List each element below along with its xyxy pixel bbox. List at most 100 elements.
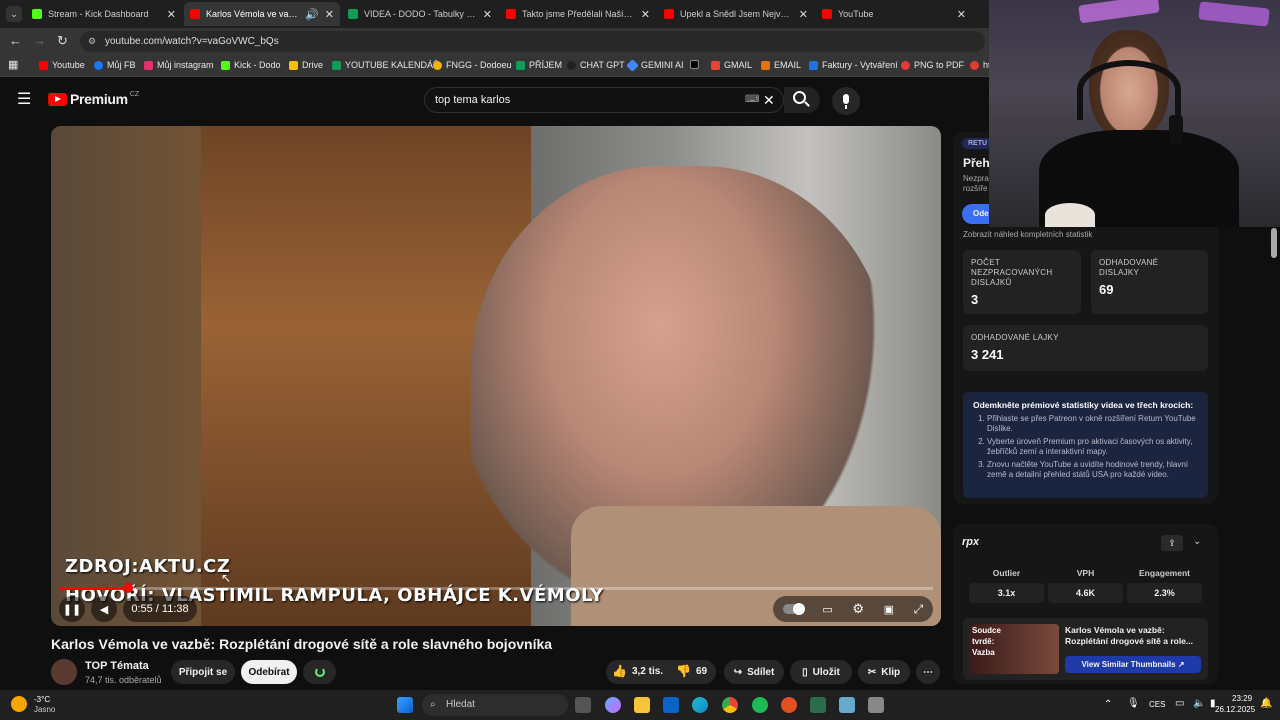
bookmark-kick-dodo[interactable]: Kick - Dodo [221, 60, 281, 70]
subscribe-button[interactable]: Odebírat [241, 660, 297, 684]
bookmark-faktury[interactable]: Faktury - Vytváření [809, 60, 898, 70]
bookmark-icon: ▯ [802, 666, 808, 678]
edge-icon[interactable] [692, 697, 708, 713]
bookmark-prijem[interactable]: PŘÍJEM [516, 60, 562, 70]
reload-icon[interactable]: ↻ [57, 33, 68, 49]
tab-youtube[interactable]: YouTube ✕ [816, 2, 972, 26]
copilot-icon[interactable] [605, 697, 621, 713]
search-input[interactable]: top tema karlos ⌨ ✕ [424, 87, 784, 113]
tab-videa-dodo[interactable]: VIDEA - DODO - Tabulky Goog ✕ [342, 2, 498, 26]
more-icon: ⋯ [923, 666, 933, 678]
bookmark-gemini[interactable]: GEMINI AI [626, 58, 684, 72]
bookmark-gmail[interactable]: GMAIL [711, 60, 752, 70]
bookmark-youtube-kalendar[interactable]: YOUTUBE KALENDÁŘ [332, 60, 440, 70]
similar-video-card[interactable]: Soudce tvrdě: Vazba Karlos Vémola ve vaz… [963, 618, 1208, 680]
video-progress-bar[interactable] [59, 583, 933, 593]
tray-mic-icon[interactable]: 🎙 [1127, 698, 1140, 709]
more-actions-button[interactable]: ⋯ [916, 660, 940, 684]
task-view-icon[interactable] [575, 697, 591, 713]
bookmark-youtube[interactable]: Youtube [39, 60, 85, 70]
tab-search-icon[interactable]: ⌄ [6, 6, 22, 22]
tab-kick-dashboard[interactable]: Stream - Kick Dashboard ✕ [26, 2, 182, 26]
tray-chevron-icon[interactable]: ⌃ [1104, 699, 1112, 710]
back-arrow-icon[interactable]: ← [9, 33, 22, 48]
subtitles-icon[interactable]: ▭ [822, 603, 832, 616]
keyboard-icon[interactable]: ⌨ [745, 88, 759, 112]
play-pause-button[interactable]: ❚❚ [59, 596, 85, 622]
channel-name[interactable]: TOP Témata [85, 660, 149, 672]
tab-zahrada[interactable]: Takto jsme Předělali Naší Zahra ✕ [500, 2, 656, 26]
bookmark-instagram[interactable]: Můj instagram [144, 60, 214, 70]
bookmark-chatgpt[interactable]: CHAT GPT [567, 60, 625, 70]
notification-icon[interactable]: 🔔 [1260, 698, 1272, 709]
stat-estimated-likes: ODHADOVANÉ LAJKY 3 241 [963, 325, 1208, 371]
close-icon[interactable]: ✕ [799, 8, 808, 21]
clock-date[interactable]: 26.12.2025 [1215, 705, 1255, 714]
taskbar-search[interactable]: ⌕ Hledat [422, 694, 568, 716]
windows-start-icon[interactable] [397, 697, 413, 713]
close-icon[interactable]: ✕ [483, 8, 492, 21]
url-field[interactable]: ⚙ youtube.com/watch?v=vaGoVWC_bQs [80, 31, 985, 52]
channel-avatar[interactable] [51, 659, 77, 685]
obs-icon[interactable] [781, 697, 797, 713]
network-icon[interactable]: ▭ [1175, 698, 1184, 709]
chevron-down-icon[interactable]: ⌄ [1193, 536, 1201, 547]
full-stats-link[interactable]: Zobrazit náhled kompletních statistik [963, 230, 1092, 239]
chrome-icon[interactable] [722, 697, 738, 713]
share-button[interactable]: ↪ Sdílet [724, 660, 784, 684]
spotify-icon[interactable] [752, 697, 768, 713]
bookmark-drive[interactable]: Drive [289, 60, 323, 70]
save-button[interactable]: ▯ Uložit [790, 660, 852, 684]
apps-grid-icon[interactable]: ▦ [8, 58, 18, 71]
outlook-icon[interactable] [663, 697, 679, 713]
speaker-icon[interactable]: 🔊 [305, 8, 319, 21]
calculator-icon[interactable] [868, 697, 884, 713]
site-info-icon[interactable]: ⚙ [88, 31, 96, 52]
clock-time[interactable]: 23:29 [1232, 694, 1252, 703]
webcam-cup [1045, 203, 1095, 227]
notepad-icon[interactable] [839, 697, 855, 713]
dislike-button[interactable]: 👎 69 [676, 664, 707, 678]
bookmark-blank[interactable] [690, 60, 703, 69]
tab-label: Stream - Kick Dashboard [48, 9, 149, 19]
notification-bell-button[interactable] [303, 660, 336, 684]
miniplayer-icon[interactable]: ▣ [884, 603, 894, 616]
volume-button[interactable]: ◀ [91, 596, 117, 622]
close-icon[interactable]: ✕ [167, 8, 176, 21]
language-indicator[interactable]: CES [1149, 700, 1165, 709]
speaker-icon[interactable]: 🔈 [1193, 698, 1205, 709]
promo-steps: Přihlaste se přes Patreon v okně rozšíře… [973, 414, 1198, 480]
bookmark-ht[interactable]: ht [970, 60, 991, 70]
voice-search-button[interactable] [832, 87, 860, 115]
menu-icon[interactable]: ☰ [17, 89, 31, 109]
fullscreen-icon[interactable]: ⤢ [914, 602, 924, 617]
settings-icon[interactable]: ⚙ [852, 601, 864, 617]
weather-temp[interactable]: -3°C [34, 695, 50, 704]
join-button[interactable]: Připojit se [171, 660, 235, 684]
export-button[interactable]: ⇪ [1161, 535, 1183, 551]
search-button[interactable] [784, 87, 820, 113]
youtube-premium-logo[interactable]: Premium CZ [48, 91, 139, 107]
page-scrollbar-thumb[interactable] [1271, 228, 1277, 258]
close-icon[interactable]: ✕ [957, 8, 966, 21]
like-button[interactable]: 👍 3,2 tis. [612, 664, 663, 678]
weather-icon[interactable] [11, 696, 27, 712]
video-player[interactable]: ZDROJ:AKTU.CZ HOVOŘÍ: VLASTIMIL RAMPULA,… [51, 126, 941, 626]
clear-icon[interactable]: ✕ [763, 88, 775, 112]
bookmark-png-to-pdf[interactable]: PNG to PDF [901, 60, 964, 70]
bookmark-my-fb[interactable]: Můj FB [94, 60, 136, 70]
tab-karlos-video[interactable]: Karlos Vémola ve vazbě: Ro 🔊 ✕ [184, 2, 340, 26]
tab-upekl[interactable]: Upekl a Snědl Jsem Největší Pá ✕ [658, 2, 814, 26]
clip-button[interactable]: ✂ Klip [858, 660, 910, 684]
file-explorer-icon[interactable] [634, 697, 650, 713]
close-icon[interactable]: ✕ [641, 8, 650, 21]
forward-arrow-icon[interactable]: → [33, 33, 46, 48]
autoplay-toggle[interactable] [782, 603, 805, 615]
video-scrubber-handle[interactable] [123, 583, 134, 593]
view-similar-button[interactable]: View Similar Thumbnails ↗ [1065, 656, 1201, 673]
bookmark-label: Drive [302, 60, 324, 70]
close-icon[interactable]: ✕ [325, 8, 334, 21]
bookmark-email[interactable]: EMAIL [761, 60, 801, 70]
bookmark-fngg[interactable]: FNGG - Dodoeu [433, 60, 512, 70]
terminal-icon[interactable] [810, 697, 826, 713]
